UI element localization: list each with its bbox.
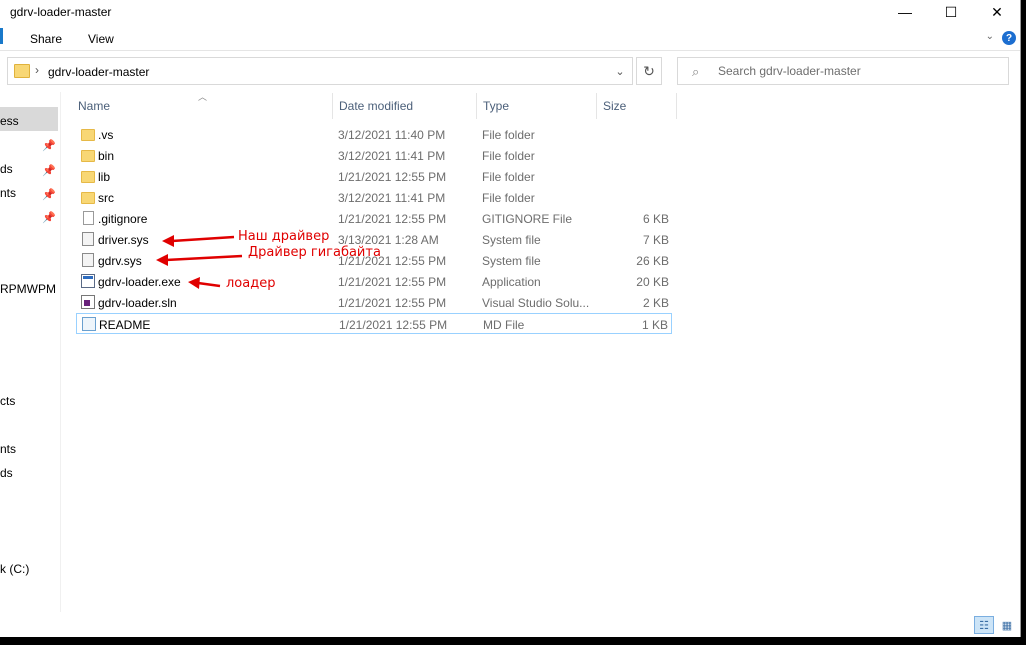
annotation-arrows	[156, 235, 243, 289]
large-icons-view-icon[interactable]: ▦	[997, 616, 1017, 634]
arrow-driver	[171, 235, 235, 243]
arrowhead-loader	[188, 277, 200, 289]
arrowhead-gdrv	[156, 254, 168, 266]
arrowhead-driver	[162, 235, 174, 247]
annotation-driver: Наш драйвер	[238, 229, 330, 244]
details-view-icon[interactable]: ☷	[974, 616, 994, 634]
arrow-gdrv	[165, 254, 243, 262]
arrow-loader	[197, 281, 221, 288]
status-bar: ☷ ▦	[0, 614, 1020, 637]
annotation-gdrv: Драйвер гигабайта	[248, 245, 381, 260]
explorer-window: gdrv-loader-master — ☐ ✕ Share View ⌄ ? …	[0, 0, 1021, 637]
annotation-loader: лоадер	[226, 276, 276, 291]
